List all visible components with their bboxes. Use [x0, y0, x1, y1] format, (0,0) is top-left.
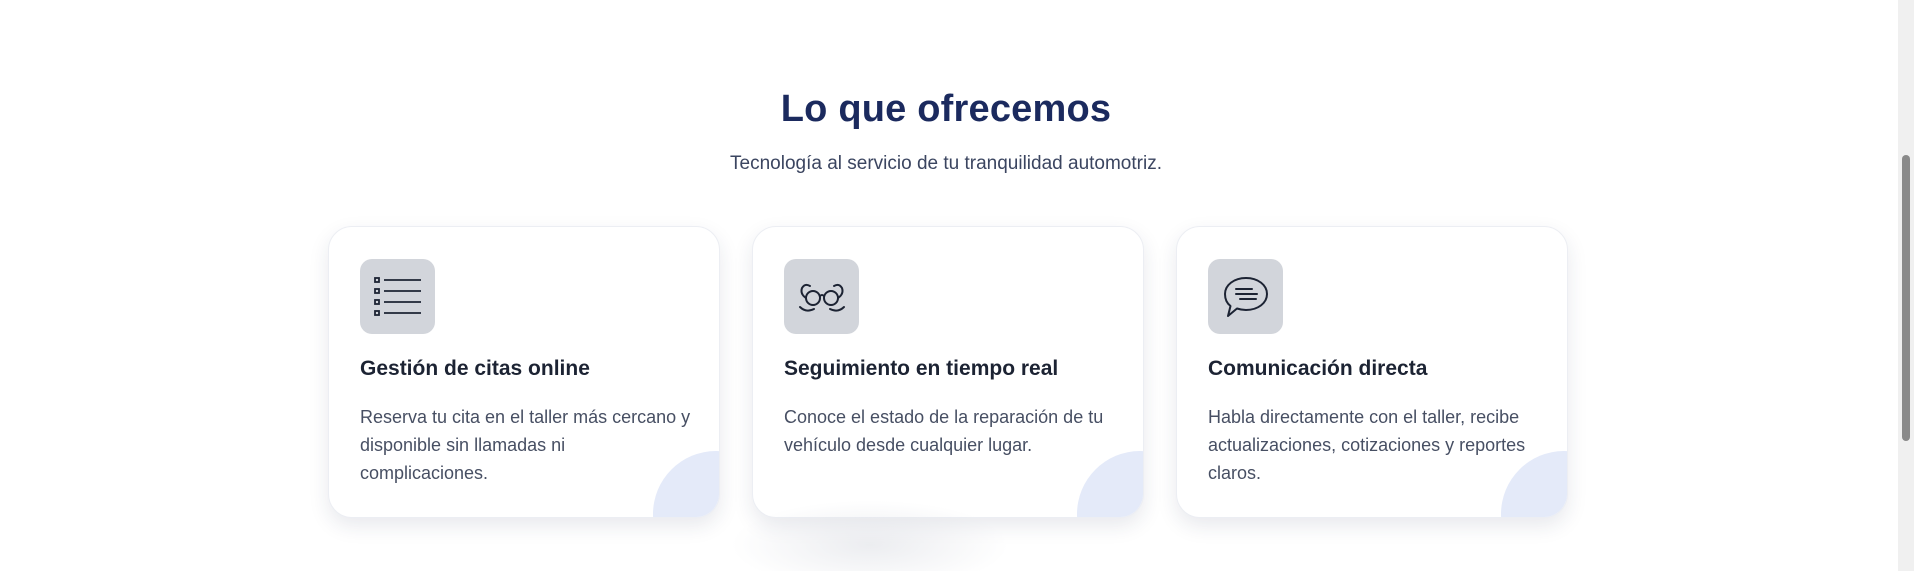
- section-subtitle: Tecnología al servicio de tu tranquilida…: [730, 153, 1162, 174]
- binoculars-icon: [784, 259, 859, 334]
- feature-card-title: Comunicación directa: [1208, 357, 1428, 380]
- section-title: Lo que ofrecemos: [780, 88, 1112, 130]
- scrollbar-thumb[interactable]: [1902, 155, 1910, 441]
- chat-bubble-icon: [1208, 259, 1283, 334]
- feature-card-title: Seguimiento en tiempo real: [784, 357, 1059, 380]
- vertical-scrollbar[interactable]: [1898, 0, 1914, 571]
- card-decoration: [1077, 451, 1143, 517]
- feature-card-communication: Comunicación directa Habla directamente …: [1176, 226, 1568, 518]
- feature-card-text: Conoce el estado de la reparación de tu …: [784, 407, 1104, 455]
- feature-card-text: Habla directamente con el taller, recibe…: [1208, 407, 1526, 483]
- feature-card-appointments: Gestión de citas online Reserva tu cita …: [328, 226, 720, 518]
- feature-card-title: Gestión de citas online: [360, 357, 590, 380]
- feature-card-tracking: Seguimiento en tiempo real Conoce el est…: [752, 226, 1144, 518]
- page: Lo que ofrecemos Tecnología al servicio …: [0, 0, 1914, 571]
- features-list: Gestión de citas online Reserva tu cita …: [328, 226, 1568, 518]
- feature-card-text: Reserva tu cita en el taller más cercano…: [360, 407, 691, 483]
- checklist-icon: [360, 259, 435, 334]
